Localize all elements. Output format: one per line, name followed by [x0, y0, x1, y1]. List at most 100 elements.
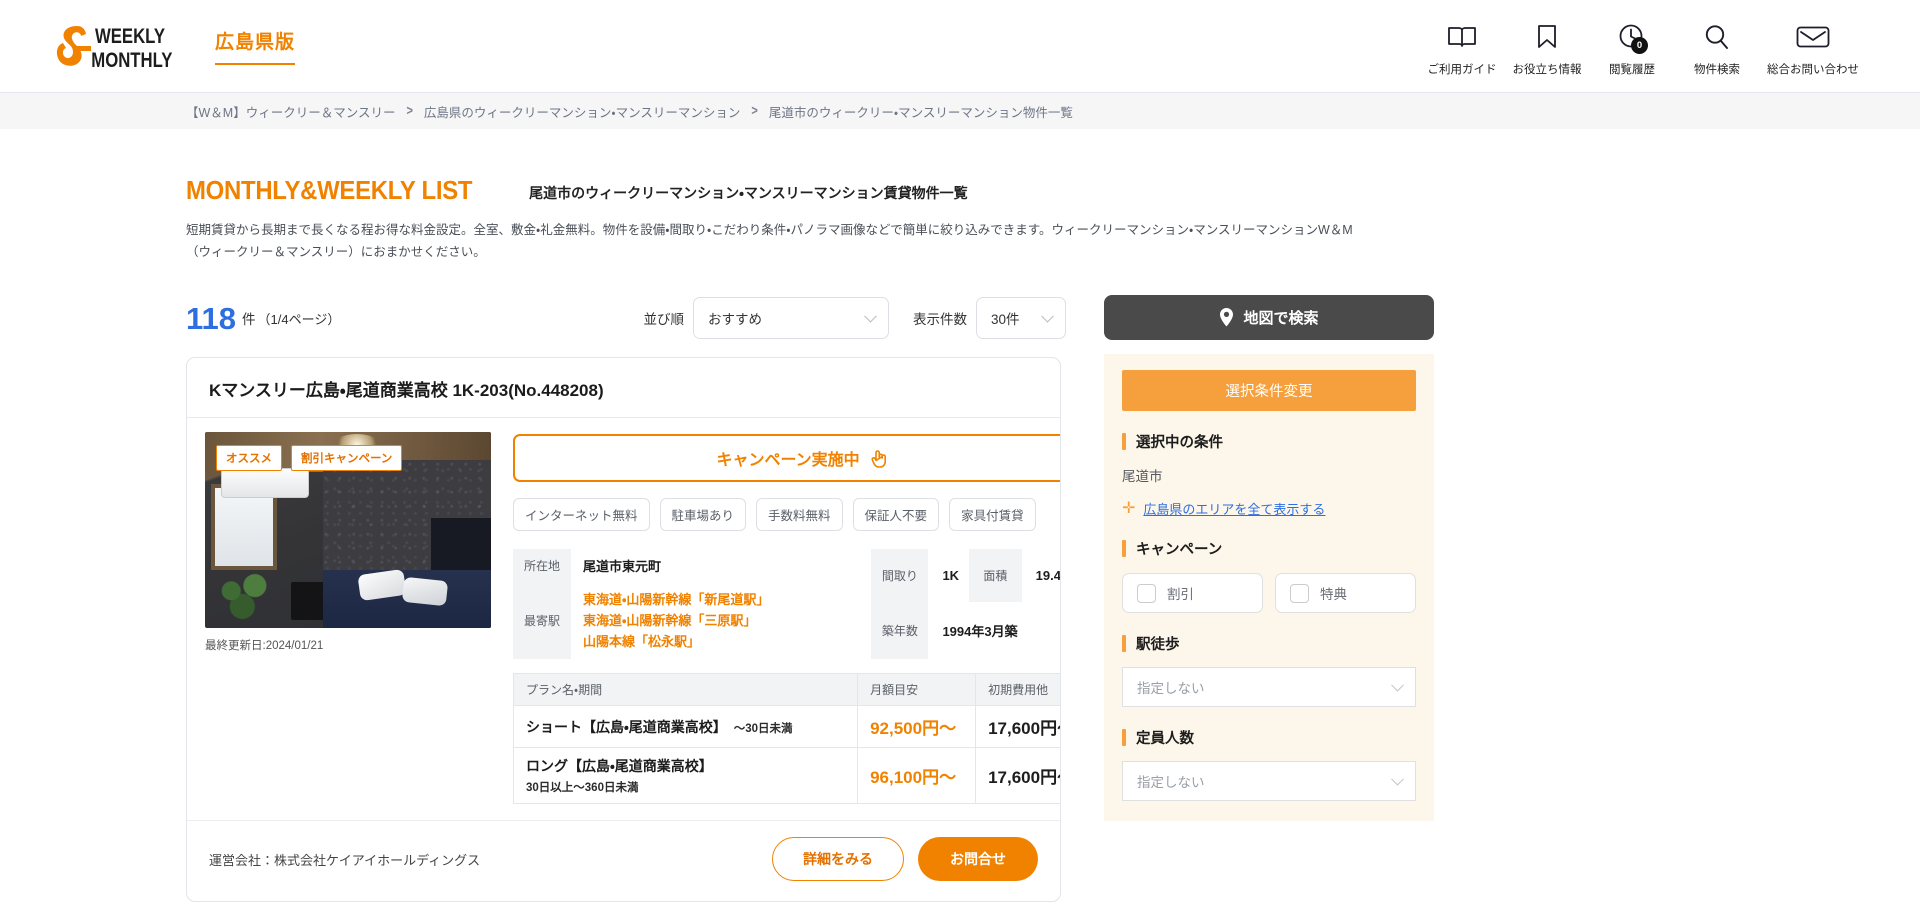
nav-label: お役立ち情報: [1512, 63, 1582, 76]
sort-select[interactable]: おすすめ: [693, 297, 889, 339]
property-photo[interactable]: オススメ 割引キャンペーン: [205, 432, 491, 628]
chevron-down-icon: [1391, 678, 1404, 692]
view-detail-button[interactable]: 詳細をみる: [772, 837, 904, 882]
sort-selected-value: おすすめ: [708, 312, 762, 327]
selected-conditions-heading-label: 選択中の条件: [1136, 435, 1223, 451]
chevron-down-icon: [864, 309, 877, 323]
campaign-checkbox-discount[interactable]: 割引: [1122, 573, 1263, 613]
campaign-banner[interactable]: キャンペーン実施中: [513, 434, 1060, 482]
plan-monthly-suffix: 円～: [922, 768, 957, 788]
table-row: 所在地 尾道市東元町: [513, 549, 865, 582]
campaign-filter-options: 割引 特典: [1122, 573, 1416, 613]
results-toolbar: 118 件 （1/4ページ） 並び順 おすすめ 表示件数 30件: [186, 295, 1066, 341]
region-badge[interactable]: 広島県版: [215, 27, 296, 65]
plan-initial-price: 17,600: [988, 719, 1041, 739]
campaign-checkbox-benefit[interactable]: 特典: [1275, 573, 1416, 613]
property-spec: 所在地 尾道市東元町 最寄駅 東海道・山陽新幹線「新尾道駅」 東海道・山陽新幹線…: [513, 549, 1061, 660]
breadcrumb-separator-icon: >: [406, 103, 413, 119]
plan-monthly-suffix: 円～: [922, 719, 957, 739]
bookmark-icon: [1536, 20, 1558, 54]
walk-filter-heading-label: 駅徒歩: [1136, 637, 1180, 653]
show-all-areas-link[interactable]: 広島県のエリアを全て表示する: [1143, 499, 1325, 518]
badge-discount-campaign: 割引キャンペーン: [291, 445, 403, 471]
checkbox-icon[interactable]: [1137, 583, 1156, 603]
chevron-down-icon: [1391, 772, 1404, 786]
property-photo-column: オススメ 割引キャンペーン 最終更新日:2024/01/21: [205, 432, 491, 804]
checkbox-icon[interactable]: [1290, 583, 1309, 603]
breadcrumb-item-current: 尾道市のウィークリー・マンスリーマンション物件一覧: [768, 105, 1073, 120]
search-sidebar: 地図で検索 選択条件変更 選択中の条件 尾道市 ✛ 広島県のエリアを全て表示する…: [1104, 295, 1434, 902]
table-header-row: プラン名・期間 月額目安 初期費用他: [512, 673, 1060, 707]
campaign-filter-heading-label: キャンペーン: [1136, 542, 1223, 558]
plan-cell-monthly: 92,500円～: [857, 705, 977, 749]
spec-table-right: 間取り 1K 面積 19.44m² 築年数 1994年3月築: [871, 549, 1061, 660]
book-icon: [1447, 20, 1477, 54]
feature-tag: インターネット無料: [513, 498, 650, 531]
site-logo[interactable]: WEEKLY MONTHLY 広島県版: [55, 22, 296, 70]
per-page-selected-value: 30件: [991, 312, 1020, 327]
plan-cell-initial: 17,600円～: [975, 747, 1060, 805]
change-conditions-button[interactable]: 選択条件変更: [1122, 370, 1416, 411]
station-link[interactable]: 山陽本線「松永駅」: [583, 631, 855, 652]
spec-layout-label: 間取り: [871, 549, 929, 603]
plan-monthly-price: 92,500: [870, 719, 923, 739]
result-page-info: （1/4ページ）: [257, 311, 341, 327]
per-page-select[interactable]: 30件: [976, 297, 1066, 339]
plus-icon: ✛: [1122, 499, 1136, 517]
spec-station-values: 東海道・山陽新幹線「新尾道駅」 東海道・山陽新幹線「三原駅」 山陽本線「松永駅」: [571, 582, 865, 659]
svg-text:WEEKLY: WEEKLY: [95, 25, 165, 48]
capacity-select[interactable]: 指定しない: [1122, 761, 1416, 801]
property-title[interactable]: Kマンスリー広島・尾道商業高校 1K-203(No.448208): [187, 358, 1060, 418]
table-row: 最寄駅 東海道・山陽新幹線「新尾道駅」 東海道・山陽新幹線「三原駅」 山陽本線「…: [513, 582, 865, 660]
plan-table: プラン名・期間 月額目安 初期費用他 ショート【広島・尾道商業高校】 ～30日未満…: [512, 673, 1060, 805]
map-search-button[interactable]: 地図で検索: [1104, 295, 1434, 340]
breadcrumb-item-prefecture[interactable]: 広島県のウィークリーマンション・マンスリーマンション: [424, 102, 741, 121]
plan-period: 30日以上～360日未満: [526, 782, 639, 795]
walk-selected-value: 指定しない: [1137, 681, 1205, 696]
capacity-selected-value: 指定しない: [1137, 775, 1205, 790]
spec-layout-value: 1K: [942, 568, 960, 584]
spec-area-value: 19.44m²: [1035, 568, 1061, 584]
breadcrumb-separator-icon: >: [751, 103, 758, 119]
last-updated-date: 最終更新日:2024/01/21: [205, 640, 324, 652]
page-description: 短期賃貸から長期まで長くなる程お得な料金設定。全室、敷金・礼金無料。物件を設備・…: [186, 223, 1353, 259]
history-clock-icon: 0: [1618, 20, 1648, 54]
breadcrumb-item-home[interactable]: 【W＆M】ウィークリー＆マンスリー: [186, 102, 395, 121]
spec-address-label: 所在地: [513, 549, 571, 582]
nav-label: 閲覧履歴: [1609, 63, 1655, 76]
page-title-ja: 尾道市のウィークリーマンション・マンスリーマンション賃貸物件一覧: [529, 185, 968, 201]
map-search-label: 地図で検索: [1243, 310, 1319, 327]
nav-user-guide[interactable]: ご利用ガイド: [1421, 16, 1503, 77]
table-row: 築年数 1994年3月築: [871, 602, 1060, 660]
plan-header-initial: 初期費用他: [975, 673, 1060, 707]
walk-select[interactable]: 指定しない: [1122, 667, 1416, 707]
results-column: 118 件 （1/4ページ） 並び順 おすすめ 表示件数 30件 Kマンスリー広…: [186, 295, 1066, 903]
plan-period: ～30日未満: [733, 722, 793, 735]
content-area: 118 件 （1/4ページ） 並び順 おすすめ 表示件数 30件 Kマンスリー広…: [0, 295, 1920, 903]
plan-initial-suffix: 円～: [1040, 719, 1060, 739]
table-row: ロング【広島・尾道商業高校】 30日以上～360日未満 96,100円～ 17,…: [512, 747, 1060, 805]
show-all-areas-row[interactable]: ✛ 広島県のエリアを全て表示する: [1122, 499, 1416, 518]
feature-tag: 手数料無料: [756, 498, 843, 531]
contact-button[interactable]: お問合せ: [918, 837, 1038, 882]
page-title-en: MONTHLY&WEEKLY LIST: [186, 175, 473, 205]
nav-label: ご利用ガイド: [1427, 63, 1497, 76]
plan-header-name: プラン名・期間: [512, 673, 859, 707]
plan-cell-name: ショート【広島・尾道商業高校】 ～30日未満: [512, 705, 859, 749]
nav-property-search[interactable]: 物件検索: [1676, 16, 1758, 77]
per-page-label: 表示件数: [913, 312, 967, 327]
header-nav: ご利用ガイド お役立ち情報 0 閲覧履歴 物件検索 総合お問い合わせ: [1421, 16, 1865, 77]
campaign-option-label: 割引: [1167, 587, 1194, 602]
nav-contact[interactable]: 総合お問い合わせ: [1761, 16, 1865, 77]
nav-browsing-history[interactable]: 0 閲覧履歴: [1591, 16, 1673, 77]
station-link[interactable]: 東海道・山陽新幹線「新尾道駅」: [583, 589, 855, 610]
selected-condition-value: 尾道市: [1122, 469, 1163, 484]
nav-useful-info[interactable]: お役立ち情報: [1506, 16, 1588, 77]
station-link[interactable]: 東海道・山陽新幹線「三原駅」: [583, 610, 855, 631]
chevron-down-icon: [1041, 309, 1054, 323]
feature-tags: インターネット無料 駐車場あり 手数料無料 保証人不要 家具付賃貸: [513, 498, 1060, 531]
map-pin-icon: [1220, 308, 1234, 327]
photo-pillow: [401, 576, 449, 607]
result-count: 118: [186, 300, 237, 336]
spec-address-value: 尾道市東元町: [583, 559, 662, 574]
